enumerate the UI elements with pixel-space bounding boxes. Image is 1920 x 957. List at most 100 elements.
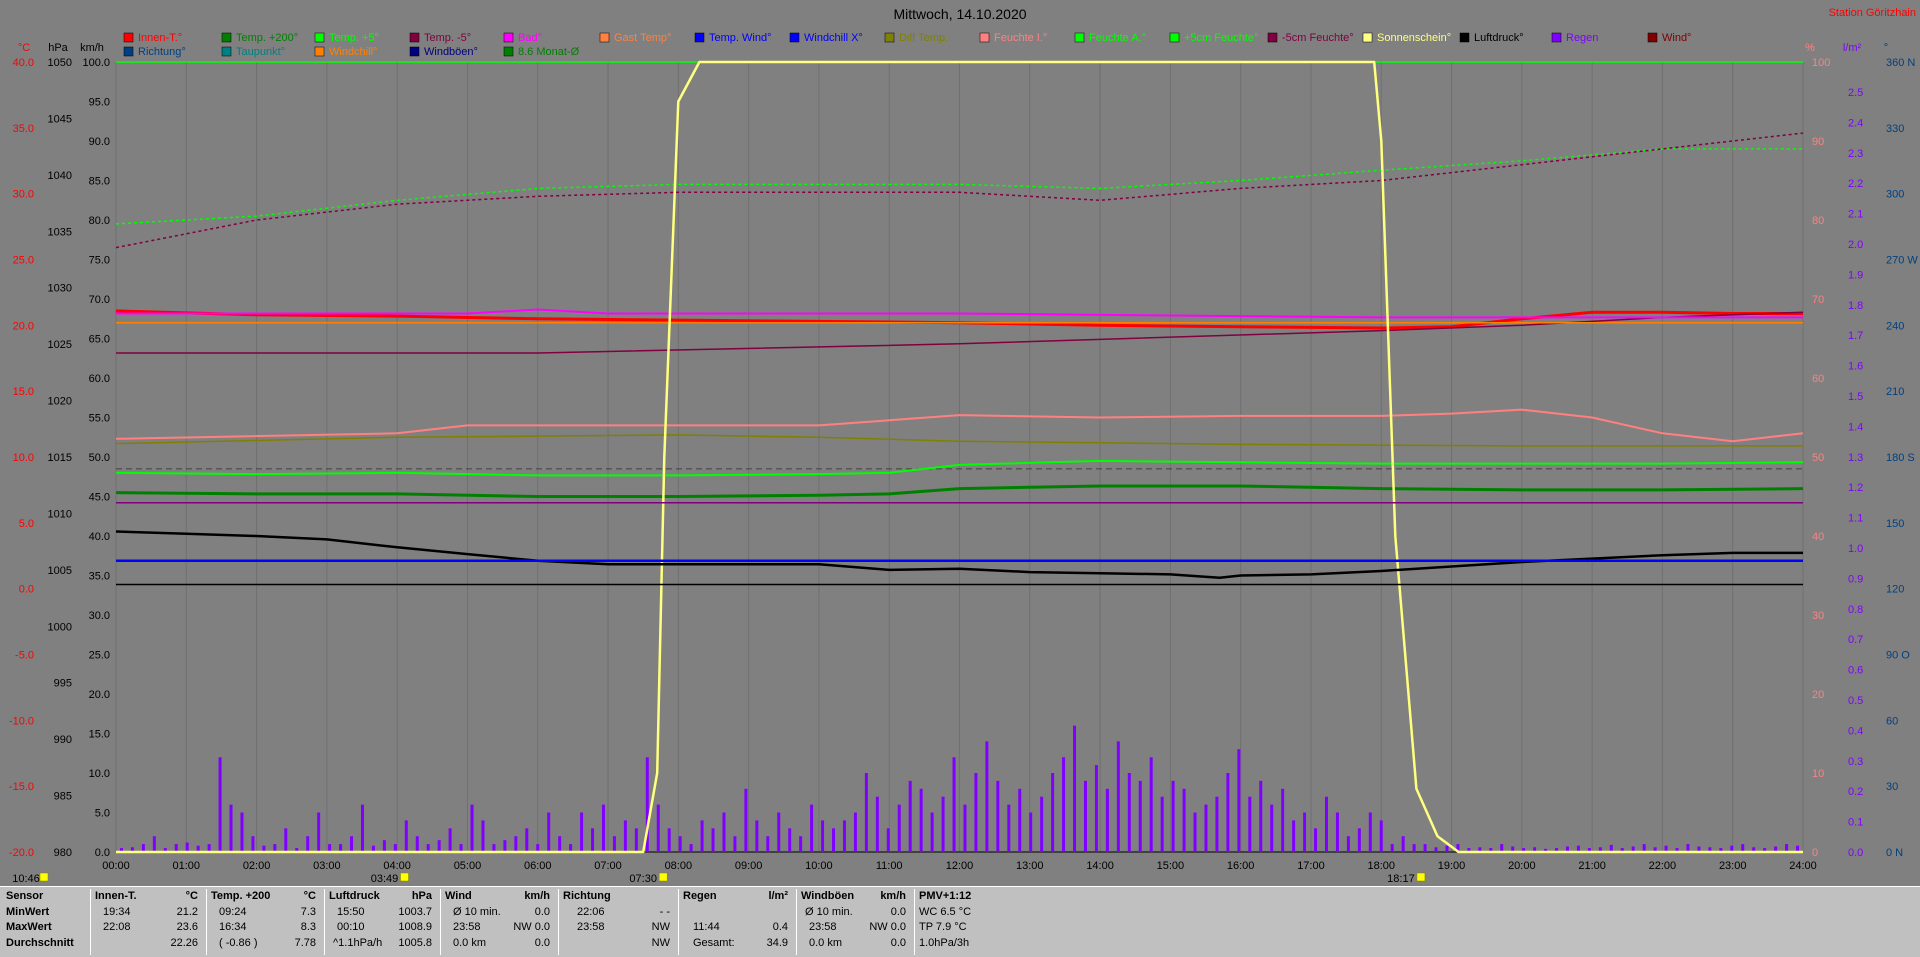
legend-label: Regen [1566,32,1598,44]
kmh-tick-label: 95.0 [89,97,110,109]
legend-swatch [884,32,895,43]
legend-label: Feuchte I.° [994,32,1047,44]
stats-value: NW [651,936,670,949]
hpa-axis-unit: hPa [48,42,68,54]
stats-pmv-trend: 1.0hPa/3h [919,936,970,949]
time-tick-label: 01:00 [173,860,201,872]
pct-tick-label: 70 [1812,294,1824,306]
hpa-tick-label: 1035 [48,226,72,238]
time-tick-label: 14:00 [1086,860,1114,872]
legend-label: Wind° [1662,32,1691,44]
legend-swatch [409,32,420,43]
stats-value: 0.0 [534,936,550,949]
stats-time: 22:08 [103,921,131,933]
time-tick-label: 09:00 [735,860,763,872]
stats-time: 23:58 [577,921,605,933]
temp-tick-label: 15.0 [13,386,34,398]
legend-swatch [221,32,232,43]
legend-swatch [694,32,705,43]
stats-time: 0.0 km [453,936,487,949]
stats-time: 09:24 [219,905,247,918]
sun-marker-icon [658,872,668,882]
dir-tick-label: 360 N [1886,57,1915,69]
stats-value: 1008.9 [398,921,432,933]
rain-tick-label: 0.4 [1848,725,1863,737]
kmh-tick-label: 5.0 [95,808,110,820]
time-marker-label: 18:17 [1387,873,1415,885]
time-tick-label: 03:00 [313,860,341,872]
stats-row-label: MaxWert [6,921,52,933]
stats-pmv-wc: WC 6.5 °C [919,905,972,918]
stats-time: Ø 10 min. [805,905,853,918]
time-tick-label: 04:00 [383,860,411,872]
legend-label: Bad° [518,32,542,44]
hpa-tick-label: 1005 [48,565,72,577]
rain-tick-label: 2.1 [1848,209,1863,221]
temp-tick-label: -15.0 [9,781,34,793]
pct-axis-unit: % [1805,42,1815,54]
kmh-tick-label: 15.0 [89,729,110,741]
legend-swatch [1169,32,1180,43]
legend-swatch [1459,32,1470,43]
kmh-tick-label: 55.0 [89,413,110,425]
kmh-axis-unit: km/h [80,42,104,54]
temp-tick-label: 5.0 [19,518,34,530]
time-tick-label: 24:00 [1789,860,1817,872]
legend-swatch [503,46,514,57]
rain-tick-label: 1.4 [1848,421,1863,433]
stats-value: 21.2 [176,905,198,918]
rain-tick-label: 1.6 [1848,361,1863,373]
time-tick-label: 15:00 [1157,860,1185,872]
stats-unit: km/h [524,890,550,902]
dir-tick-label: 300 [1886,189,1904,201]
legend-label: +5cm Feuchte° [1184,32,1258,44]
legend-swatch [599,32,610,43]
dir-tick-label: 0 N [1886,847,1903,859]
stats-unit: hPa [411,890,432,902]
dir-tick-label: 180 S [1886,452,1915,464]
legend-label: Windchill X° [804,32,863,44]
stats-row-label: MinWert [6,905,50,918]
rain-tick-label: 2.0 [1848,239,1863,251]
kmh-tick-label: 20.0 [89,689,110,701]
dir-tick-label: 210 [1886,386,1904,398]
stats-richtung: Richtung 22:06 - - 23:58 NW NW [558,889,676,955]
stats-wind: Wind km/h Ø 10 min. 0.0 23:58 NW 0.0 0.0 km… [440,889,556,955]
stats-value: 22.26 [170,936,198,949]
kmh-tick-label: 75.0 [89,255,110,267]
time-tick-label: 08:00 [665,860,693,872]
legend-swatch [1362,32,1373,43]
legend-label: Luftdruck° [1474,32,1524,44]
hpa-tick-label: 1040 [48,170,72,182]
legend-swatch [1647,32,1658,43]
rain-tick-label: 1.5 [1848,391,1863,403]
stats-value: 1005.8 [398,936,432,949]
stats-windboen: Windböen km/h Ø 10 min. 0.0 23:58 NW 0.0 0.… [796,889,912,955]
pct-tick-label: 40 [1812,531,1824,543]
dir-tick-label: 330 [1886,123,1904,135]
hpa-tick-label: 1045 [48,113,72,125]
hpa-tick-label: 1050 [48,57,72,69]
stats-value: 0.0 [534,905,550,918]
rain-tick-label: 2.3 [1848,148,1863,160]
kmh-tick-label: 25.0 [89,650,110,662]
temp-tick-label: 20.0 [13,320,34,332]
time-tick-label: 06:00 [524,860,552,872]
pct-tick-label: 90 [1812,136,1824,148]
rain-tick-label: 1.0 [1848,543,1863,555]
kmh-tick-label: 90.0 [89,136,110,148]
legend-label: Sonnenschein° [1377,32,1451,44]
stats-time: 23:58 [809,921,837,933]
temp-tick-label: -10.0 [9,715,34,727]
kmh-tick-label: 0.0 [95,847,110,859]
temp-tick-label: 35.0 [13,123,34,135]
rain-tick-label: 1.8 [1848,300,1863,312]
rain-axis-unit: l/m² [1843,42,1862,54]
dir-axis-unit: ° [1884,42,1888,54]
kmh-tick-label: 100.0 [82,57,110,69]
stats-value: 1003.7 [398,905,432,918]
stats-sensor: Sensor MinWert MaxWert Durchschnitt [2,889,88,955]
stats-time: ( -0.86 ) [219,936,258,949]
stats-panel: Sensor MinWert MaxWert Durchschnitt Inne… [0,886,1920,957]
rain-tick-label: 0.0 [1848,847,1863,859]
